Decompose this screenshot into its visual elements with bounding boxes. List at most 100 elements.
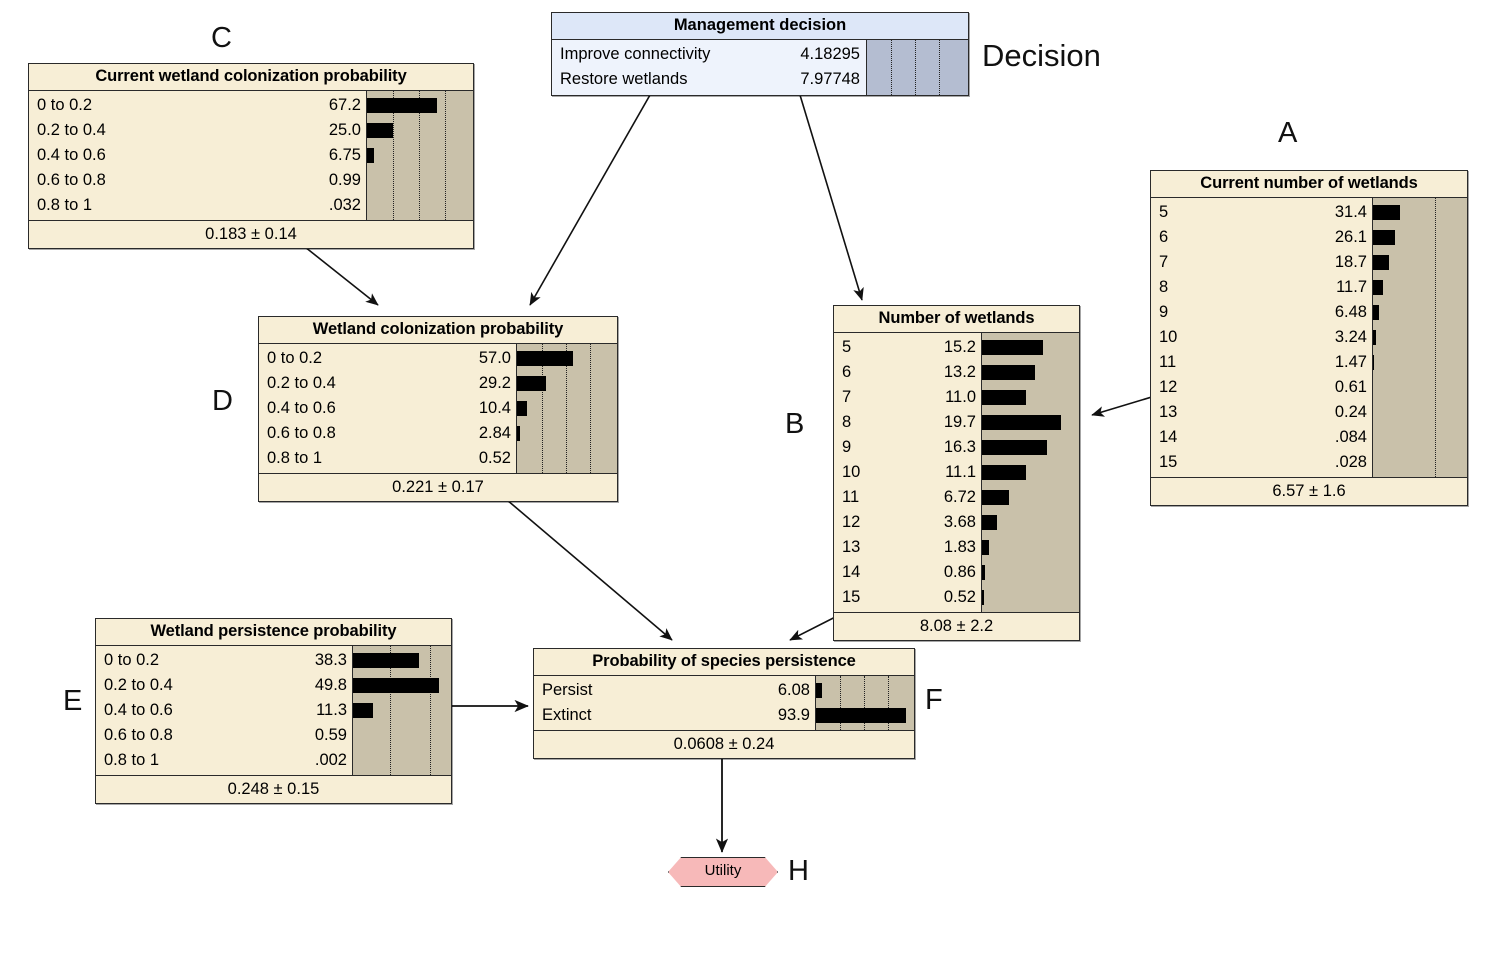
table-row[interactable]: 5 15.2 xyxy=(834,335,981,360)
row-label: 5 xyxy=(842,338,852,356)
table-row[interactable]: 7 18.7 xyxy=(1151,250,1372,275)
bar xyxy=(367,123,393,138)
table-row[interactable]: 14 .084 xyxy=(1151,425,1372,450)
row-label: 5 xyxy=(1159,203,1169,221)
row-value: 67.2 xyxy=(328,96,361,114)
node-bar-area xyxy=(982,333,1079,612)
table-row[interactable]: Improve connectivity 4.18295 xyxy=(552,42,866,67)
node-body: 5 31.4 6 26.1 7 18.7 8 11.7 9 6.48 10 3.24 11 1… xyxy=(1151,198,1467,478)
bar-row xyxy=(517,396,617,421)
node-wetland-persistence[interactable]: Wetland persistence probability 0 to 0.2… xyxy=(95,618,452,804)
node-species-persistence[interactable]: Probability of species persistence Persi… xyxy=(533,648,915,759)
table-row[interactable]: 0.2 to 0.4 25.0 xyxy=(29,118,366,143)
row-label: 9 xyxy=(842,438,852,456)
row-label: 9 xyxy=(1159,303,1169,321)
table-row[interactable]: 0.8 to 1 0.52 xyxy=(259,446,516,471)
table-row[interactable]: 0.4 to 0.6 6.75 xyxy=(29,143,366,168)
bar-row xyxy=(517,446,617,471)
bar xyxy=(982,340,1043,355)
node-management-decision[interactable]: Management decision Improve connectivity… xyxy=(551,12,969,96)
table-row[interactable]: 11 1.47 xyxy=(1151,350,1372,375)
row-label: Persist xyxy=(542,681,593,699)
table-row[interactable]: 9 6.48 xyxy=(1151,300,1372,325)
table-row[interactable]: Restore wetlands 7.97748 xyxy=(552,67,866,92)
table-row[interactable]: 10 3.24 xyxy=(1151,325,1372,350)
table-row[interactable]: 0.6 to 0.8 0.99 xyxy=(29,168,366,193)
table-row[interactable]: 10 11.1 xyxy=(834,460,981,485)
row-label: 0.2 to 0.4 xyxy=(267,374,336,392)
table-row[interactable]: 5 31.4 xyxy=(1151,200,1372,225)
bar-row xyxy=(1373,425,1467,450)
node-tag-c: C xyxy=(211,22,232,54)
table-row[interactable]: 0 to 0.2 38.3 xyxy=(96,648,352,673)
table-row[interactable]: 0.8 to 1 .032 xyxy=(29,193,366,218)
table-row[interactable]: 8 11.7 xyxy=(1151,275,1372,300)
table-row[interactable]: 13 1.83 xyxy=(834,535,981,560)
node-current-wetland-colonization[interactable]: Current wetland colonization probability… xyxy=(28,63,474,249)
row-label: 10 xyxy=(842,463,861,481)
row-label: 11 xyxy=(842,488,860,506)
table-row[interactable]: 15 0.52 xyxy=(834,585,981,610)
table-row[interactable]: 0 to 0.2 67.2 xyxy=(29,93,366,118)
table-row[interactable]: 15 .028 xyxy=(1151,450,1372,475)
table-row[interactable]: Extinct 93.9 xyxy=(534,703,815,728)
row-label: 15 xyxy=(842,588,861,606)
node-current-number-of-wetlands[interactable]: Current number of wetlands 5 31.4 6 26.1 7… xyxy=(1150,170,1468,506)
node-body: 0 to 0.2 38.3 0.2 to 0.4 49.8 0.4 to 0.6 11… xyxy=(96,646,451,776)
table-row[interactable]: 8 19.7 xyxy=(834,410,981,435)
table-row[interactable]: 13 0.24 xyxy=(1151,400,1372,425)
table-row[interactable]: 12 3.68 xyxy=(834,510,981,535)
bar xyxy=(1373,255,1389,270)
row-value: 18.7 xyxy=(1334,253,1367,271)
table-row[interactable]: 6 26.1 xyxy=(1151,225,1372,250)
row-value: 0.52 xyxy=(478,449,511,467)
row-value: 0.86 xyxy=(943,563,976,581)
row-value: 7.97748 xyxy=(800,70,860,88)
table-row[interactable]: Persist 6.08 xyxy=(534,678,815,703)
table-row[interactable]: 14 0.86 xyxy=(834,560,981,585)
bar-row xyxy=(816,703,914,728)
row-value: 49.8 xyxy=(314,676,347,694)
node-number-of-wetlands[interactable]: Number of wetlands 5 15.2 6 13.2 7 11.0 8 19… xyxy=(833,305,1080,641)
node-title: Current wetland colonization probability xyxy=(29,64,473,91)
node-wetland-colonization[interactable]: Wetland colonization probability 0 to 0.… xyxy=(258,316,618,502)
table-row[interactable]: 0.2 to 0.4 29.2 xyxy=(259,371,516,396)
node-rows: Persist 6.08 Extinct 93.9 xyxy=(534,676,816,730)
row-label: 7 xyxy=(842,388,852,406)
row-value: 19.7 xyxy=(943,413,976,431)
table-row[interactable]: 6 13.2 xyxy=(834,360,981,385)
bar xyxy=(1373,230,1396,245)
bar-row xyxy=(367,143,473,168)
bar xyxy=(816,683,822,698)
table-row[interactable]: 12 0.61 xyxy=(1151,375,1372,400)
row-value: 11.3 xyxy=(316,701,347,719)
table-row[interactable]: 0.6 to 0.8 2.84 xyxy=(259,421,516,446)
bar xyxy=(982,415,1061,430)
node-title: Wetland persistence probability xyxy=(96,619,451,646)
node-rows: 0 to 0.2 38.3 0.2 to 0.4 49.8 0.4 to 0.6 11… xyxy=(96,646,353,775)
bar xyxy=(982,390,1026,405)
bar xyxy=(353,678,440,693)
row-value: 0.24 xyxy=(1334,403,1367,421)
row-label: Restore wetlands xyxy=(560,70,688,88)
node-tag-d: D xyxy=(212,385,233,417)
node-utility[interactable]: Utility xyxy=(668,857,778,887)
table-row[interactable]: 0.8 to 1 .002 xyxy=(96,748,352,773)
bar xyxy=(353,653,420,668)
table-row[interactable]: 0 to 0.2 57.0 xyxy=(259,346,516,371)
table-row[interactable]: 9 16.3 xyxy=(834,435,981,460)
row-value: 1.47 xyxy=(1334,353,1367,371)
table-row[interactable]: 0.4 to 0.6 11.3 xyxy=(96,698,352,723)
row-label: 0 to 0.2 xyxy=(104,651,160,669)
table-row[interactable]: 7 11.0 xyxy=(834,385,981,410)
bar xyxy=(982,515,997,530)
row-value: 16.3 xyxy=(943,438,976,456)
bar-row xyxy=(816,678,914,703)
table-row[interactable]: 0.2 to 0.4 49.8 xyxy=(96,673,352,698)
table-row[interactable]: 11 6.72 xyxy=(834,485,981,510)
table-row[interactable]: 0.6 to 0.8 0.59 xyxy=(96,723,352,748)
node-rows: 5 15.2 6 13.2 7 11.0 8 19.7 9 16.3 10 11.1 11 6… xyxy=(834,333,982,612)
row-value: 6.75 xyxy=(328,146,361,164)
table-row[interactable]: 0.4 to 0.6 10.4 xyxy=(259,396,516,421)
edge-colonization-to-persistence xyxy=(499,493,673,641)
